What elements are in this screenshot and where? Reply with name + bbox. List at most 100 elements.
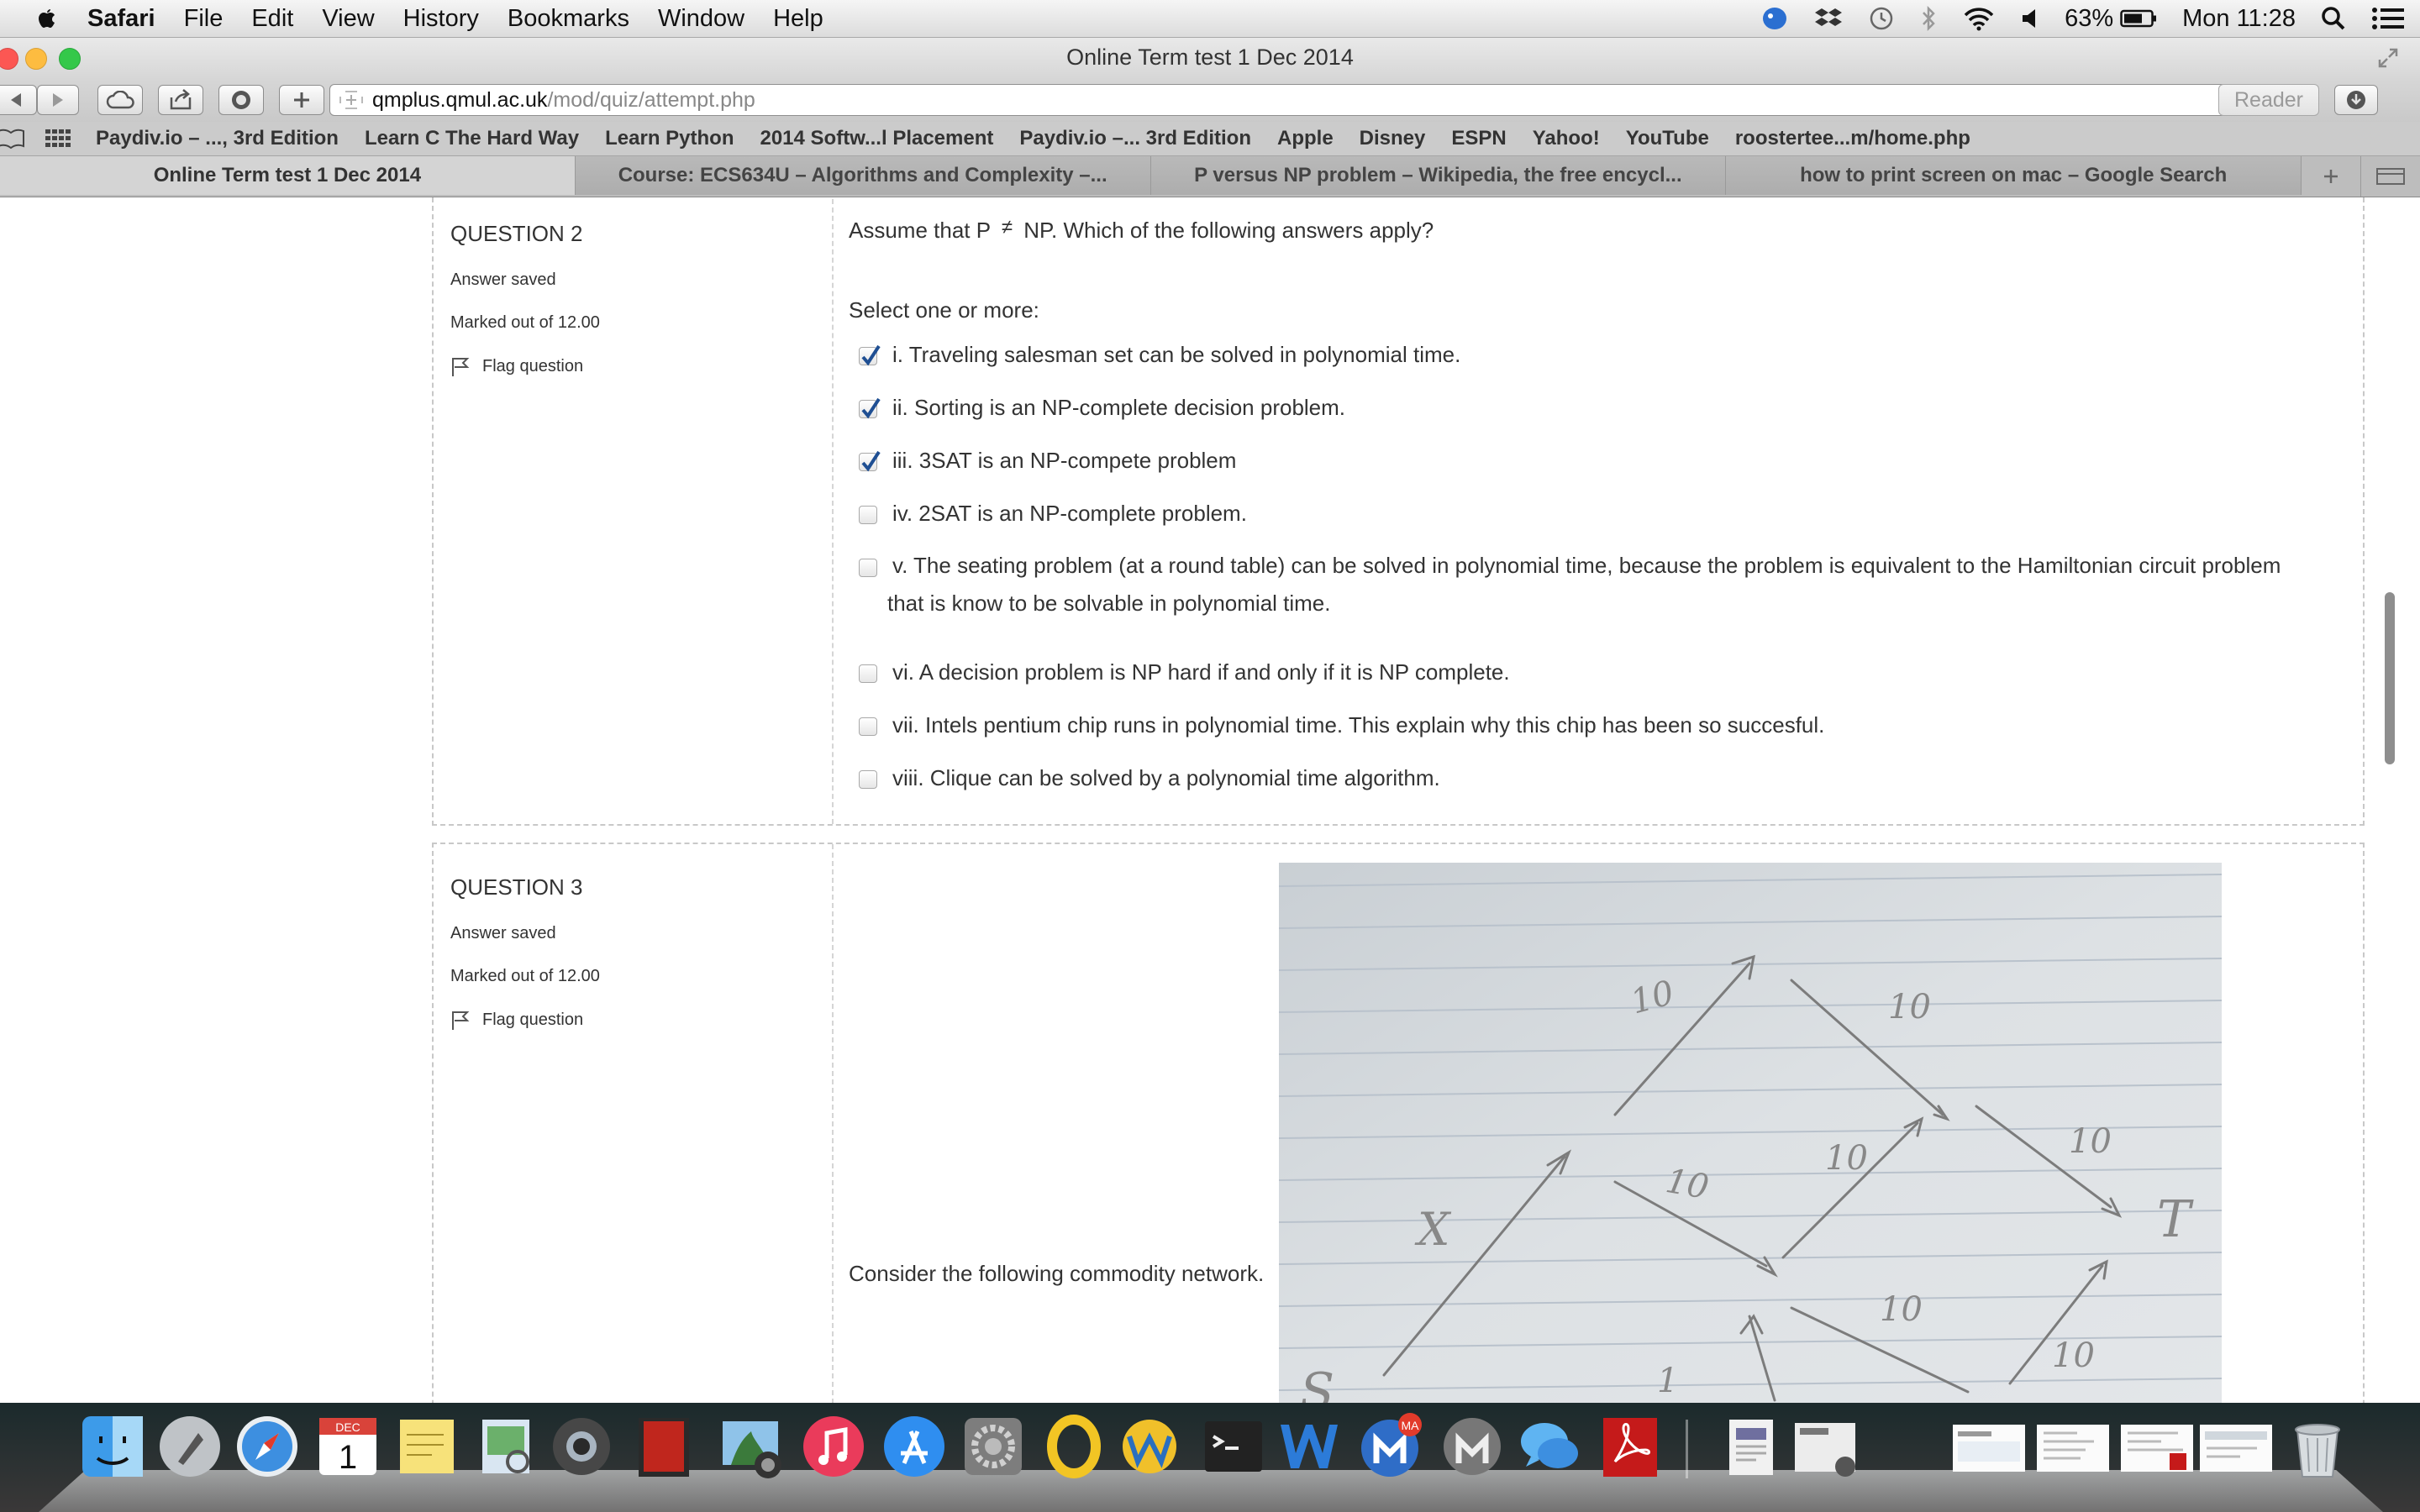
menu-bookmarks[interactable]: Bookmarks bbox=[508, 5, 629, 33]
bookmark-item[interactable]: Learn C The Hard Way bbox=[365, 127, 579, 150]
answer-option-2[interactable]: ii. Sorting is an NP-complete decision p… bbox=[859, 395, 1345, 421]
extension-button[interactable] bbox=[218, 85, 264, 115]
notification-center-icon[interactable] bbox=[2371, 6, 2405, 31]
menu-view[interactable]: View bbox=[322, 5, 374, 33]
checkbox-unchecked[interactable] bbox=[859, 506, 877, 524]
forward-button[interactable] bbox=[37, 85, 79, 115]
dropbox-status-icon[interactable] bbox=[1814, 5, 1843, 32]
minimized-window-icon[interactable] bbox=[1949, 1411, 2028, 1482]
checkbox-unchecked[interactable] bbox=[859, 559, 877, 577]
bookmark-item[interactable]: roostertee...m/home.php bbox=[1735, 127, 1970, 150]
finder-icon[interactable] bbox=[77, 1411, 148, 1482]
opera-icon[interactable] bbox=[1039, 1411, 1109, 1482]
tab-overview-button[interactable] bbox=[2361, 156, 2420, 197]
downloads-stack-icon[interactable] bbox=[1790, 1411, 1860, 1482]
back-button[interactable] bbox=[0, 85, 37, 115]
menu-help[interactable]: Help bbox=[773, 5, 823, 33]
word-icon[interactable] bbox=[1274, 1411, 1344, 1482]
bookmark-item[interactable]: Disney bbox=[1360, 127, 1426, 150]
wiley-icon[interactable] bbox=[1114, 1411, 1185, 1482]
safari-icon[interactable] bbox=[232, 1411, 302, 1482]
tab-p-versus-np[interactable]: P versus NP problem – Wikipedia, the fre… bbox=[1150, 156, 1727, 195]
bookmark-item[interactable]: ESPN bbox=[1451, 127, 1506, 150]
checkmark-icon bbox=[861, 450, 881, 472]
tab-online-term-test[interactable]: Online Term test 1 Dec 2014 bbox=[0, 156, 576, 195]
launchpad-icon[interactable] bbox=[155, 1411, 225, 1482]
fullscreen-icon[interactable] bbox=[2376, 46, 2400, 70]
answer-option-1[interactable]: i. Traveling salesman set can be solved … bbox=[859, 342, 1460, 368]
minimized-window-icon[interactable] bbox=[2118, 1411, 2196, 1482]
answer-option-6[interactable]: vi. A decision problem is NP hard if and… bbox=[859, 659, 1510, 685]
vertical-scrollbar[interactable] bbox=[2385, 592, 2395, 764]
menu-history[interactable]: History bbox=[403, 5, 479, 33]
checkbox-checked[interactable] bbox=[859, 450, 881, 472]
checkbox-unchecked[interactable] bbox=[859, 664, 877, 683]
flag-question-link[interactable]: Flag question bbox=[450, 354, 837, 378]
checkbox-checked[interactable] bbox=[859, 397, 881, 419]
network-label: 10 bbox=[2069, 1122, 2112, 1161]
time-machine-icon[interactable] bbox=[1868, 5, 1895, 32]
answer-option-3[interactable]: iii. 3SAT is an NP-compete problem bbox=[859, 448, 1236, 474]
messages-icon[interactable] bbox=[1514, 1411, 1585, 1482]
icloud-tabs-button[interactable] bbox=[97, 85, 143, 115]
bookmark-item[interactable]: Paydiv.io –... 3rd Edition bbox=[1019, 127, 1251, 150]
answer-option-8[interactable]: viii. Clique can be solved by a polynomi… bbox=[859, 765, 1440, 791]
minimized-window-icon[interactable] bbox=[2033, 1411, 2112, 1482]
share-button[interactable] bbox=[158, 85, 203, 115]
documents-stack-icon[interactable] bbox=[1718, 1411, 1788, 1482]
answer-option-7[interactable]: vii. Intels pentium chip runs in polynom… bbox=[859, 712, 1824, 738]
new-tab-button[interactable] bbox=[2302, 156, 2362, 197]
spotlight-search-icon[interactable] bbox=[2321, 6, 2346, 31]
checkbox-checked[interactable] bbox=[859, 344, 881, 366]
reader-button[interactable]: Reader bbox=[2218, 84, 2319, 116]
system-preferences-icon[interactable] bbox=[958, 1411, 1028, 1482]
downloads-button[interactable] bbox=[2334, 85, 2378, 115]
app-store-icon[interactable] bbox=[879, 1411, 950, 1482]
question-divider bbox=[832, 844, 834, 1403]
volume-icon[interactable] bbox=[2021, 6, 2039, 31]
select-label: Select one or more: bbox=[849, 297, 1039, 323]
preview-icon[interactable] bbox=[471, 1411, 541, 1482]
calendar-icon[interactable]: DEC 1 bbox=[313, 1411, 383, 1482]
question-state: Answer saved bbox=[450, 270, 556, 289]
bookmark-item[interactable]: 2014 Softw...l Placement bbox=[760, 127, 993, 150]
checkbox-unchecked[interactable] bbox=[859, 717, 877, 736]
menu-app-name[interactable]: Safari bbox=[87, 5, 155, 33]
photo-booth-icon[interactable] bbox=[629, 1411, 699, 1482]
apple-menu-icon[interactable] bbox=[34, 6, 59, 31]
tab-print-screen-search[interactable]: how to print screen on mac – Google Sear… bbox=[1726, 156, 2302, 195]
minimized-window-icon[interactable] bbox=[2196, 1411, 2275, 1482]
tab-course-ecs634u[interactable]: Course: ECS634U – Algorithms and Complex… bbox=[575, 156, 1151, 195]
wifi-icon[interactable] bbox=[1962, 6, 1996, 31]
trash-icon[interactable] bbox=[2282, 1411, 2353, 1482]
sequel-pro-icon[interactable] bbox=[1437, 1411, 1507, 1482]
bluetooth-icon[interactable] bbox=[1920, 5, 1937, 32]
itunes-icon[interactable] bbox=[798, 1411, 869, 1482]
battery-percent[interactable]: 63% bbox=[2065, 5, 2113, 33]
flag-question-link[interactable]: Flag question bbox=[450, 1008, 837, 1032]
menu-edit[interactable]: Edit bbox=[251, 5, 293, 33]
answer-option-5[interactable]: v. The seating problem (at a round table… bbox=[859, 553, 2338, 622]
bookmark-item[interactable]: Paydiv.io – ..., 3rd Edition bbox=[96, 127, 339, 150]
bookmark-item[interactable]: Apple bbox=[1277, 127, 1334, 150]
checkbox-unchecked[interactable] bbox=[859, 770, 877, 789]
bookmark-item[interactable]: Learn Python bbox=[605, 127, 734, 150]
iphoto-icon[interactable] bbox=[716, 1411, 786, 1482]
mail-client-icon[interactable]: MA bbox=[1355, 1411, 1425, 1482]
clock[interactable]: Mon 11:28 bbox=[2182, 5, 2296, 33]
stickies-icon[interactable] bbox=[392, 1411, 462, 1482]
facetime-icon[interactable] bbox=[546, 1411, 617, 1482]
address-bar[interactable]: qmplus.qmul.ac.uk/mod/quiz/attempt.php bbox=[329, 84, 2296, 116]
evernote-status-icon[interactable] bbox=[1760, 5, 1789, 32]
menu-window[interactable]: Window bbox=[658, 5, 744, 33]
new-tab-plus-button[interactable] bbox=[279, 85, 324, 115]
bookmark-item[interactable]: Yahoo! bbox=[1533, 127, 1600, 150]
answer-option-4[interactable]: iv. 2SAT is an NP-complete problem. bbox=[859, 501, 1247, 527]
battery-icon[interactable] bbox=[2120, 8, 2157, 29]
bookmark-item[interactable]: YouTube bbox=[1626, 127, 1709, 150]
terminal-icon[interactable] bbox=[1198, 1411, 1269, 1482]
reading-list-icon[interactable] bbox=[0, 128, 25, 150]
top-sites-grid-icon[interactable] bbox=[45, 129, 71, 148]
menu-file[interactable]: File bbox=[184, 5, 224, 33]
adobe-reader-icon[interactable] bbox=[1595, 1411, 1665, 1482]
